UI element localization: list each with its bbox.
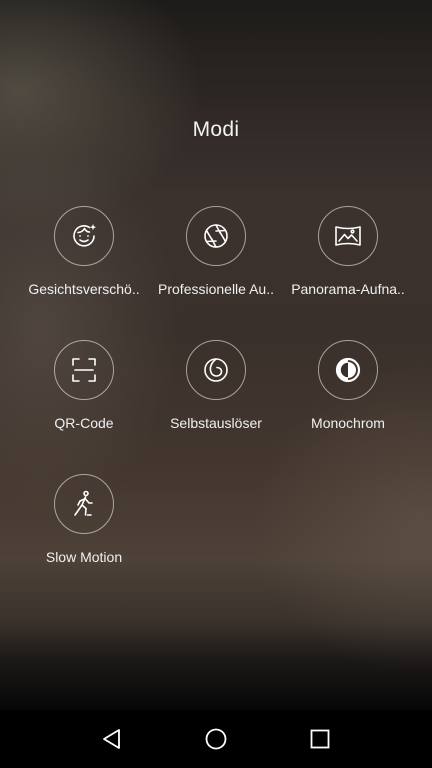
running-person-icon [69,489,99,519]
home-circle-icon [204,727,228,751]
face-beauty-icon [69,221,99,251]
recents-square-icon [308,727,332,751]
mode-professional-button[interactable] [186,206,246,266]
mode-slow-motion-button[interactable] [54,474,114,534]
mode-timer-label: Selbstauslöser [170,415,262,431]
mode-qr-code-label: QR-Code [54,415,114,431]
mode-panorama[interactable]: Panorama-Aufna.. [282,206,414,340]
mode-monochrome-button[interactable] [318,340,378,400]
panorama-icon [333,221,363,251]
home-button[interactable] [196,719,236,759]
modes-grid: Gesichtsverschö.. Professionelle Au.. Pa… [18,206,414,608]
mode-monochrome[interactable]: Monochrom [282,340,414,474]
mode-professional[interactable]: Professionelle Au.. [150,206,282,340]
page-title: Modi [192,118,240,141]
mode-beauty-button[interactable] [54,206,114,266]
navigation-bar [0,710,432,768]
timer-icon [201,355,231,385]
mode-timer-button[interactable] [186,340,246,400]
mode-panorama-button[interactable] [318,206,378,266]
mode-beauty-label: Gesichtsverschö.. [28,281,140,297]
back-button[interactable] [92,719,132,759]
mode-beauty[interactable]: Gesichtsverschö.. [18,206,150,340]
monochrome-icon [333,355,363,385]
mode-monochrome-label: Monochrom [311,415,385,431]
qr-scan-icon [69,355,99,385]
mode-qr-code[interactable]: QR-Code [18,340,150,474]
aperture-icon [201,221,231,251]
mode-qr-code-button[interactable] [54,340,114,400]
recents-button[interactable] [300,719,340,759]
back-triangle-icon [100,727,124,751]
mode-slow-motion[interactable]: Slow Motion [18,474,150,608]
mode-timer[interactable]: Selbstauslöser [150,340,282,474]
mode-panorama-label: Panorama-Aufna.. [291,281,405,297]
mode-professional-label: Professionelle Au.. [158,281,274,297]
mode-slow-motion-label: Slow Motion [45,549,123,565]
